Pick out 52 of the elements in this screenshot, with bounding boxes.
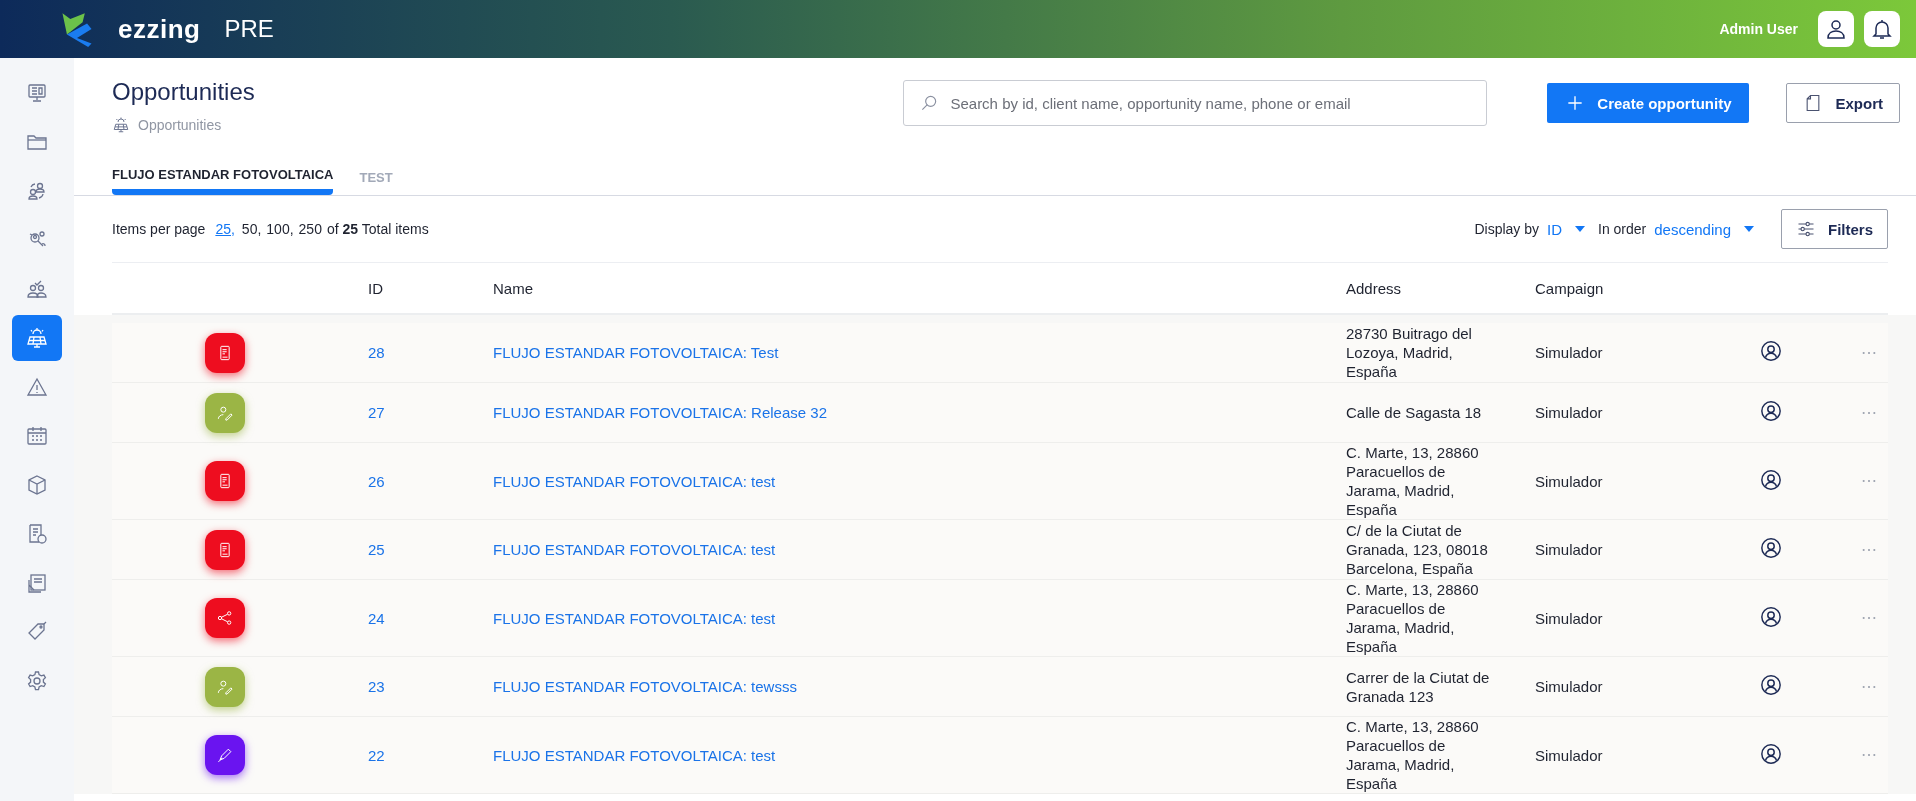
user-name: Admin User: [1719, 21, 1798, 37]
column-header: Address: [1346, 278, 1403, 298]
campaign-cell-text: Simulador: [1535, 344, 1604, 361]
opportunity-name-link[interactable]: FLUJO ESTANDAR FOTOVOLTAICA: test: [493, 541, 776, 558]
page-size-option[interactable]: 100,: [266, 221, 294, 237]
display-by-label: Display by: [1474, 221, 1539, 237]
page-size-option[interactable]: 50,: [241, 221, 262, 237]
order-dropdown[interactable]: descending: [1654, 220, 1755, 238]
opportunity-id-link[interactable]: 24: [368, 609, 385, 627]
page-size-option[interactable]: 25,: [215, 221, 235, 237]
page-size-option[interactable]: 250: [298, 221, 322, 237]
address-cell-text: C. Marte, 13, 28860 Paracuellos de Jarama, Madrid, España: [1346, 443, 1480, 519]
campaign-cell-text: Simulador: [1535, 541, 1604, 558]
opportunity-name-link[interactable]: FLUJO ESTANDAR FOTOVOLTAICA: test: [493, 472, 776, 490]
create-opportunity-button[interactable]: Create opportunity: [1547, 83, 1750, 123]
opportunity-id-link[interactable]: 25: [368, 541, 385, 558]
opportunity-id-link[interactable]: 23: [368, 678, 385, 695]
opportunity-id-link[interactable]: 28: [368, 344, 385, 361]
opportunity-name-link[interactable]: FLUJO ESTANDAR FOTOVOLTAICA: test: [493, 609, 776, 627]
page-title: Opportunities: [112, 78, 256, 106]
column-header: Name: [493, 279, 534, 297]
address-cell-text: Calle de Sagasta 18: [1346, 403, 1483, 422]
campaign-cell-text: Simulador: [1535, 746, 1604, 764]
order-label: In order: [1598, 221, 1647, 237]
campaign-cell-text: Simulador: [1535, 609, 1604, 627]
campaign-cell-text: Simulador: [1535, 678, 1604, 695]
address-cell-text: C. Marte, 13, 28860 Paracuellos de Jarama, Madrid, España: [1346, 717, 1480, 793]
address-cell-text: 28730 Buitrago del Lozoya, Madrid, España: [1346, 324, 1473, 381]
opportunity-name-link[interactable]: FLUJO ESTANDAR FOTOVOLTAICA: Release 32: [493, 404, 827, 421]
address-cell-text: C/ de la Ciutat de Granada, 123, 08018 Barcelona, España: [1346, 521, 1489, 578]
campaign-cell-text: Simulador: [1535, 404, 1604, 421]
opportunity-id-link[interactable]: 26: [368, 472, 385, 490]
total-items: of 25 Total items: [326, 221, 429, 237]
opportunity-name-link[interactable]: FLUJO ESTANDAR FOTOVOLTAICA: Test: [493, 344, 779, 361]
address-cell: Carrer de la Ciutat de Granada 123: [1346, 667, 1491, 706]
items-per-page-label: Items per page: [112, 221, 206, 237]
address-cell-text: C. Marte, 13, 28860 Paracuellos de Jarama, Madrid, España: [1346, 580, 1480, 656]
column-header: ID: [368, 279, 384, 297]
filters-button[interactable]: Filters: [1781, 209, 1888, 249]
column-header: Campaign: [1535, 279, 1605, 297]
export-button[interactable]: Export: [1786, 83, 1900, 123]
opportunity-id-link[interactable]: 22: [368, 746, 385, 764]
tab[interactable]: TEST: [359, 152, 393, 195]
breadcrumb: Opportunities: [138, 117, 222, 133]
opportunity-name-link[interactable]: FLUJO ESTANDAR FOTOVOLTAICA: tewsss: [493, 678, 797, 695]
opportunity-name-link[interactable]: FLUJO ESTANDAR FOTOVOLTAICA: test: [493, 746, 776, 764]
display-by-dropdown[interactable]: ID: [1547, 220, 1586, 238]
opportunity-id-link[interactable]: 27: [368, 404, 385, 421]
campaign-cell-text: Simulador: [1535, 472, 1604, 490]
search-field[interactable]: Search by id, client name, opportunity name, phone or email: [903, 80, 1488, 126]
brand-name: ezzing: [118, 13, 201, 45]
environment-label: PRE: [224, 15, 274, 43]
